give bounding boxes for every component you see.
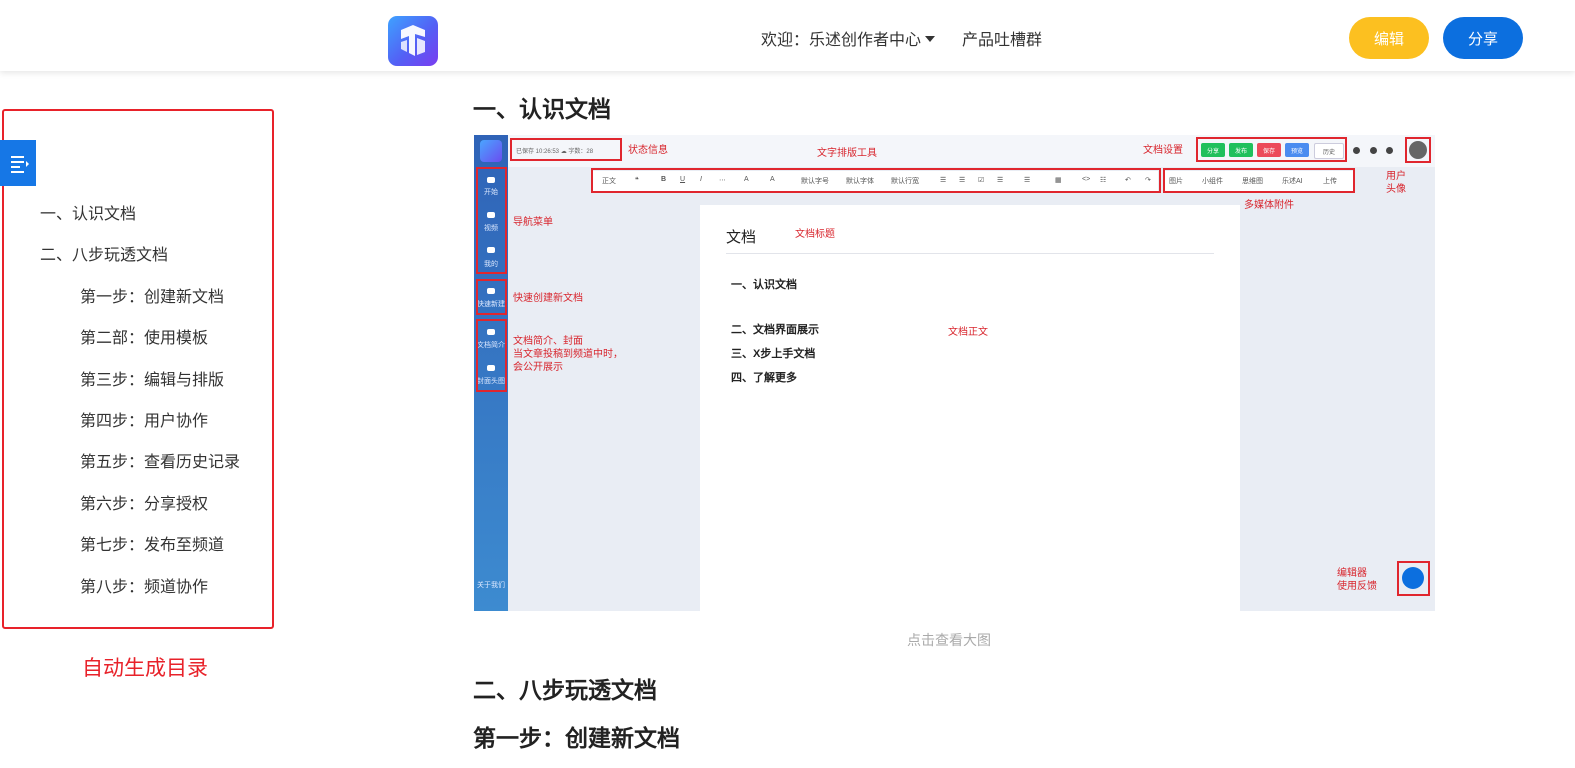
toc-item[interactable]: 二、八步玩透文档 xyxy=(40,241,168,265)
app-logo-icon[interactable] xyxy=(388,16,438,66)
annotation-frame xyxy=(476,167,507,274)
screenshot-about: 关于我们 xyxy=(477,582,505,589)
annotation-label: 文档标题 xyxy=(795,229,835,240)
bell-icon xyxy=(1386,147,1393,154)
screenshot-paper xyxy=(700,205,1240,611)
toc-item[interactable]: 一、认识文档 xyxy=(40,200,136,224)
toc-item[interactable]: 第二部：使用模板 xyxy=(80,324,208,348)
toc-item[interactable]: 第三步：编辑与排版 xyxy=(80,366,224,390)
toc-annotation: 自动生成目录 xyxy=(82,657,208,680)
headset-icon xyxy=(1353,147,1360,154)
toc-item[interactable]: 第七步：发布至频道 xyxy=(80,531,224,555)
annotation-frame xyxy=(1397,561,1430,596)
annotation-label: 多媒体附件 xyxy=(1244,200,1294,211)
toc-item[interactable]: 第五步：查看历史记录 xyxy=(80,448,240,472)
top-header: 欢迎：乐述创作者中心 产品吐槽群 编辑 分享 xyxy=(0,0,1575,71)
annotation-frame xyxy=(591,168,1161,193)
annotation-frame xyxy=(510,138,622,161)
toc-item[interactable]: 第四步：用户协作 xyxy=(80,407,208,431)
screenshot-logo-icon xyxy=(480,140,502,162)
annotation-label: 文字排版工具 xyxy=(817,148,877,159)
welcome-text: 欢迎：乐述创作者中心 xyxy=(761,32,922,49)
toc-item[interactable]: 第一步：创建新文档 xyxy=(80,283,224,307)
editor-screenshot-image[interactable]: 开始 视频 我的 快速新建 文档简介 封面头图 关于我们 已保存 10:26:5… xyxy=(474,135,1435,611)
section-heading: 一、认识文档 xyxy=(473,96,611,122)
annotation-label: 用户 头像 xyxy=(1386,171,1406,195)
annotation-label: 导航菜单 xyxy=(513,217,553,228)
divider xyxy=(726,253,1214,254)
annotation-frame xyxy=(476,279,507,315)
screenshot-doc-title: 文档 xyxy=(726,229,757,246)
edit-button[interactable]: 编辑 xyxy=(1349,17,1429,59)
screenshot-outline-item: 一、认识文档 xyxy=(731,279,797,291)
toc-item[interactable]: 第八步：频道协作 xyxy=(80,573,208,597)
section-heading: 二、八步玩透文档 xyxy=(473,677,657,703)
share-button[interactable]: 分享 xyxy=(1443,17,1523,59)
caret-down-icon xyxy=(925,35,936,42)
annotation-label: 文档设置 xyxy=(1143,145,1183,156)
view-large-image-link[interactable]: 点击查看大图 xyxy=(907,630,991,650)
bulb-icon xyxy=(1370,147,1377,154)
annotation-label: 快速创建新文档 xyxy=(513,293,583,304)
annotation-frame xyxy=(1196,137,1347,162)
annotation-frame xyxy=(1163,168,1355,193)
annotation-label: 文档正文 xyxy=(948,327,988,338)
screenshot-outline-item: 二、文档界面展示 xyxy=(731,324,819,336)
subsection-heading: 第一步：创建新文档 xyxy=(473,725,680,751)
annotation-frame xyxy=(476,319,507,392)
outline-toggle-icon[interactable] xyxy=(0,140,36,186)
annotation-frame xyxy=(1405,137,1431,163)
welcome-dropdown[interactable]: 欢迎：乐述创作者中心 xyxy=(761,26,936,50)
screenshot-outline-item: 四、了解更多 xyxy=(731,372,797,384)
toc-item[interactable]: 第六步：分享授权 xyxy=(80,490,208,514)
screenshot-outline-item: 三、X步上手文档 xyxy=(731,348,816,360)
annotation-label: 编辑器 使用反馈 xyxy=(1337,568,1377,592)
product-feedback-link[interactable]: 产品吐槽群 xyxy=(962,26,1042,50)
annotation-label: 状态信息 xyxy=(628,145,668,156)
annotation-label: 文档简介、封面 当文章投稿到频道中时， 会公开展示 xyxy=(513,336,623,373)
